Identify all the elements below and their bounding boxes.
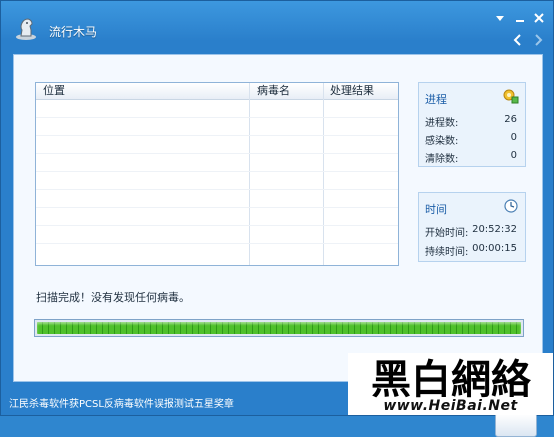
back-arrow-icon[interactable]: [513, 34, 523, 46]
cleaned-count-value: 0: [510, 150, 517, 161]
title-bar: 流行木马: [1, 1, 553, 46]
start-time-value: 20:52:32: [472, 224, 517, 235]
duration-label: 持续时间:: [425, 247, 469, 258]
table-row: [36, 189, 398, 190]
start-time-label: 开始时间:: [425, 228, 469, 239]
time-title: 时间: [425, 203, 447, 216]
watermark-logo: 黑白網絡: [356, 355, 546, 403]
forward-arrow-icon[interactable]: [533, 34, 543, 46]
watermark: 黑白網絡 www.HeiBai.Net: [348, 353, 553, 415]
svg-text:黑白網絡: 黑白網絡: [371, 357, 532, 399]
scan-status-text: 扫描完成！没有发现任何病毒。: [36, 291, 190, 304]
table-header: 位置 病毒名 处理结果: [36, 83, 398, 100]
column-header-virus-name[interactable]: 病毒名: [257, 83, 290, 99]
column-header-result[interactable]: 处理结果: [330, 83, 374, 99]
infected-count-label: 感染数:: [425, 136, 459, 147]
time-stats-box: 时间 开始时间: 20:52:32 持续时间: 00:00:15: [418, 192, 526, 262]
menu-dropdown-icon[interactable]: [495, 13, 505, 23]
progress-fill: [37, 322, 521, 334]
minimize-button[interactable]: [514, 12, 526, 24]
cleaned-count-label: 清除数:: [425, 154, 459, 165]
table-row: [36, 225, 398, 226]
clock-icon: [503, 198, 519, 214]
table-row: [36, 171, 398, 172]
action-button[interactable]: [495, 413, 537, 437]
main-panel: 位置 病毒名 处理结果 进程 进程数: 26 感染数: 0 清除数: 0 时间 …: [13, 54, 543, 437]
table-row: [36, 243, 398, 244]
process-count-label: 进程数:: [425, 118, 459, 129]
table-row: [36, 117, 398, 118]
duration-value: 00:00:15: [472, 243, 517, 254]
gear-puzzle-icon: [503, 88, 519, 104]
scan-progress-bar: [34, 319, 524, 337]
close-button[interactable]: [533, 12, 545, 24]
process-count-value: 26: [504, 114, 517, 125]
infected-count-value: 0: [510, 132, 517, 143]
window-title: 流行木马: [49, 25, 98, 39]
watermark-url: www.HeiBai.Net: [383, 398, 518, 414]
app-window: 流行木马 位置 病毒名 处理结果 进程 进程数: 26 感染数: 0 清除数: …: [0, 0, 554, 437]
process-stats-box: 进程 进程数: 26 感染数: 0 清除数: 0: [418, 82, 526, 167]
chess-knight-icon: [13, 15, 39, 41]
results-table[interactable]: 位置 病毒名 处理结果: [35, 82, 399, 266]
column-divider[interactable]: [249, 83, 250, 265]
footer-award-text: 江民杀毒软件获PCSL反病毒软件误报测试五星奖章: [9, 399, 234, 410]
table-row: [36, 207, 398, 208]
table-row: [36, 135, 398, 136]
table-row: [36, 153, 398, 154]
column-divider[interactable]: [323, 83, 324, 265]
column-header-location[interactable]: 位置: [43, 83, 65, 99]
process-title: 进程: [425, 93, 447, 106]
